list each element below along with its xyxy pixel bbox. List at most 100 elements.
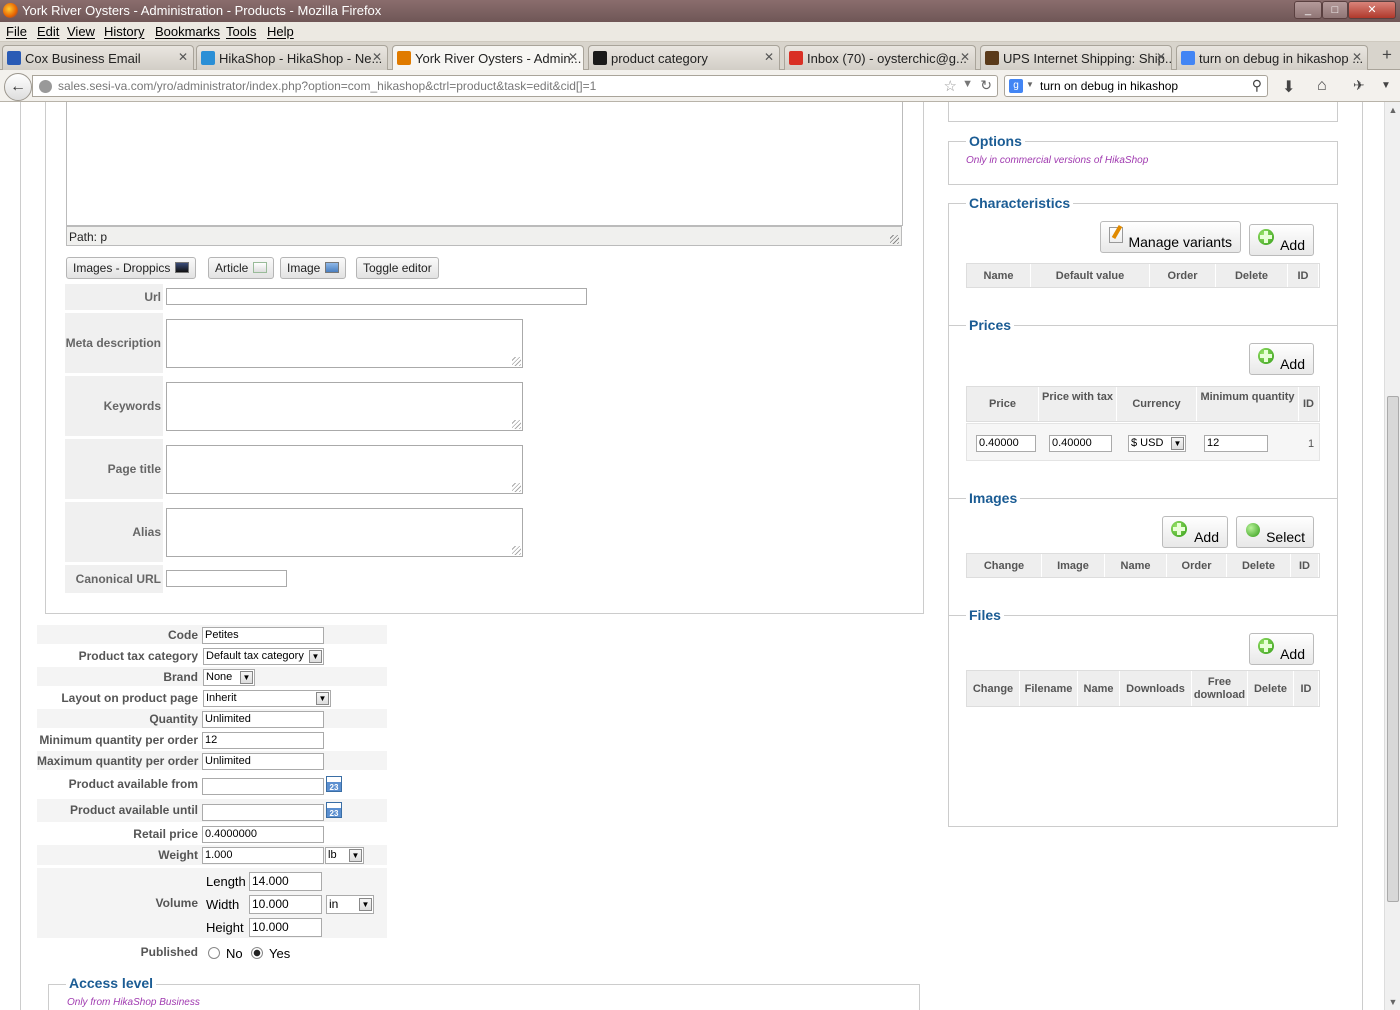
close-window-button[interactable]: ✕ — [1348, 1, 1396, 19]
select-value: in — [329, 897, 339, 911]
addon-icon[interactable]: ✈ — [1353, 77, 1365, 94]
back-button[interactable]: ← — [4, 73, 32, 101]
dimension-unit-select[interactable]: in ▼ — [326, 895, 374, 914]
characteristics-add-button[interactable]: Add — [1249, 224, 1314, 256]
tab-strip: Cox Business Email ✕ HikaShop - HikaShop… — [0, 42, 1400, 71]
width-input[interactable]: 10.000 — [249, 895, 322, 914]
image-button[interactable]: Image — [280, 257, 347, 279]
toggle-editor-button[interactable]: Toggle editor — [356, 257, 439, 279]
scroll-thumb[interactable] — [1387, 396, 1399, 902]
tab-cox-business-email[interactable]: Cox Business Email ✕ — [2, 45, 194, 70]
brand-select[interactable]: None ▼ — [203, 669, 255, 686]
scroll-up-icon[interactable]: ▲ — [1385, 102, 1400, 118]
page-title-textarea[interactable] — [166, 445, 523, 494]
canonical-url-input[interactable] — [166, 570, 287, 587]
min-quantity-input[interactable]: 12 — [1204, 435, 1268, 452]
maximize-button[interactable]: □ — [1322, 1, 1348, 19]
layout-select[interactable]: Inherit ▼ — [203, 690, 331, 707]
menu-history[interactable]: History — [104, 24, 144, 39]
weight-input[interactable]: 1.000 — [202, 847, 324, 864]
images-add-button[interactable]: Add — [1162, 516, 1228, 548]
resize-grip-icon[interactable] — [512, 483, 521, 492]
alias-textarea[interactable] — [166, 508, 523, 557]
price-id: 1 — [1308, 438, 1315, 450]
files-add-button[interactable]: Add — [1249, 633, 1314, 665]
tab-inbox[interactable]: Inbox (70) - oysterchic@g... ✕ — [784, 45, 976, 70]
bookmark-star-icon[interactable]: ☆ — [944, 77, 957, 95]
height-input[interactable]: 10.000 — [249, 918, 322, 937]
reload-icon[interactable]: ↻ — [980, 77, 992, 94]
engine-dropdown-icon[interactable]: ▼ — [1026, 80, 1034, 89]
scroll-down-icon[interactable]: ▼ — [1385, 994, 1400, 1010]
calendar-icon[interactable]: 23 — [326, 802, 342, 818]
resize-grip-icon[interactable] — [512, 420, 521, 429]
retail-price-label: Retail price — [133, 827, 198, 841]
tax-category-select[interactable]: Default tax category ▼ — [203, 648, 324, 665]
menu-dropdown-icon[interactable]: ▼ — [1381, 80, 1391, 91]
length-input[interactable]: 14.000 — [249, 872, 322, 891]
close-tab-icon[interactable]: ✕ — [568, 50, 578, 64]
page-scrollbar[interactable]: ▲ ▼ — [1384, 102, 1400, 1010]
close-tab-icon[interactable]: ✕ — [178, 50, 188, 64]
menu-view[interactable]: View — [67, 24, 95, 39]
menu-help[interactable]: Help — [267, 24, 294, 39]
prices-add-button[interactable]: Add — [1249, 343, 1314, 375]
images-select-button[interactable]: Select — [1236, 516, 1314, 548]
retail-price-input[interactable]: 0.4000000 — [202, 826, 324, 843]
price-with-tax-input[interactable]: 0.40000 — [1049, 435, 1112, 452]
resize-grip-icon[interactable] — [890, 235, 899, 244]
menu-bookmarks[interactable]: Bookmarks — [155, 24, 220, 39]
available-from-input[interactable] — [202, 778, 324, 795]
tab-hikashop[interactable]: HikaShop - HikaShop - Ne... ✕ — [196, 45, 388, 70]
new-tab-button[interactable]: + — [1376, 45, 1398, 67]
published-yes-radio[interactable] — [251, 947, 263, 959]
hikashop-icon — [201, 51, 215, 65]
code-input[interactable]: Petites — [202, 627, 324, 644]
search-icon[interactable]: ⚲ — [1252, 77, 1262, 94]
manage-variants-button[interactable]: Manage variants — [1100, 221, 1241, 253]
close-tab-icon[interactable]: ✕ — [1156, 50, 1166, 64]
url-bar[interactable]: sales.sesi-va.com/yro/administrator/inde… — [32, 75, 998, 97]
page-title-label: Page title — [65, 439, 163, 499]
description-editor[interactable] — [66, 102, 903, 226]
firefox-logo-icon — [3, 3, 18, 18]
images-droppics-button[interactable]: Images - Droppics — [66, 257, 197, 279]
available-until-input[interactable] — [202, 804, 324, 821]
resize-grip-icon[interactable] — [512, 546, 521, 555]
google-search-engine-icon[interactable]: g — [1009, 79, 1023, 93]
quantity-input[interactable]: Unlimited — [202, 711, 324, 728]
weight-unit-select[interactable]: lb ▼ — [325, 847, 364, 864]
search-box[interactable]: g ▼ turn on debug in hikashop ⚲ — [1004, 75, 1268, 97]
tab-york-river-oysters[interactable]: York River Oysters - Admin... ✕ — [392, 45, 584, 71]
meta-description-textarea[interactable] — [166, 319, 523, 368]
url-input[interactable] — [166, 288, 587, 305]
price-input[interactable]: 0.40000 — [976, 435, 1036, 452]
close-tab-icon[interactable]: ✕ — [960, 50, 970, 64]
currency-select[interactable]: $ USD ▼ — [1128, 435, 1186, 452]
tab-product-category[interactable]: product category ✕ — [588, 45, 780, 70]
menu-tools[interactable]: Tools — [226, 24, 256, 39]
window-title-bar: York River Oysters - Administration - Pr… — [0, 0, 1400, 22]
meta-description-label: Meta description — [65, 313, 163, 373]
keywords-textarea[interactable] — [166, 382, 523, 431]
tab-google-search[interactable]: turn on debug in hikashop ... ✕ — [1176, 45, 1368, 70]
minimize-button[interactable]: _ — [1294, 1, 1322, 19]
close-tab-icon[interactable]: ✕ — [372, 50, 382, 64]
published-no-radio[interactable] — [208, 947, 220, 959]
home-icon[interactable]: ⌂ — [1317, 77, 1327, 95]
download-icon[interactable]: ⬇ — [1282, 77, 1295, 97]
tab-ups-shipping[interactable]: UPS Internet Shipping: Ship... ✕ — [980, 45, 1172, 70]
close-tab-icon[interactable]: ✕ — [764, 50, 774, 64]
close-tab-icon[interactable]: ✕ — [1352, 50, 1362, 64]
min-quantity-input[interactable]: 12 — [202, 732, 324, 749]
button-label: Add — [1280, 646, 1305, 662]
max-quantity-input[interactable]: Unlimited — [202, 753, 324, 770]
menu-file[interactable]: File — [6, 24, 27, 39]
url-history-dropdown-icon[interactable]: ▼ — [962, 78, 973, 90]
article-button[interactable]: Article — [208, 257, 275, 279]
calendar-icon[interactable]: 23 — [326, 776, 342, 792]
resize-grip-icon[interactable] — [512, 357, 521, 366]
button-label: Add — [1194, 529, 1219, 545]
menu-edit[interactable]: Edit — [37, 24, 59, 39]
button-label: Select — [1266, 529, 1305, 545]
